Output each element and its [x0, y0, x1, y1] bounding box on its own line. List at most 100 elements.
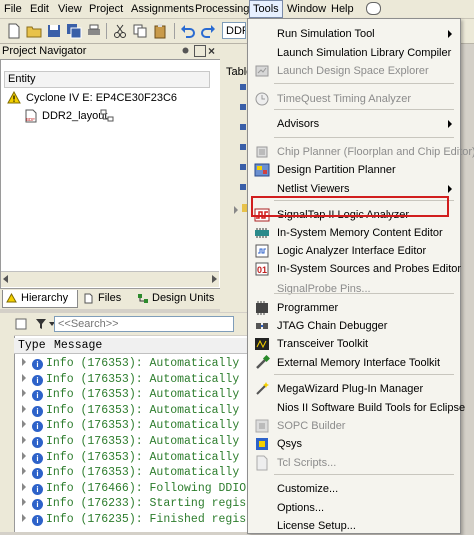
tab-design-units-label: Design Units — [152, 292, 215, 304]
menu-item-launch-design-space-explorer[interactable]: Launch Design Space Explorer — [248, 62, 460, 80]
message-row[interactable]: i Info (176353): Automatically — [22, 403, 239, 418]
menu-item-sopc-builder[interactable]: SOPC Builder — [248, 417, 460, 435]
navigator-horizontal-scrollbar[interactable] — [1, 271, 219, 287]
expand-arrow-icon[interactable] — [22, 420, 26, 429]
menu-tools[interactable]: Tools — [249, 0, 283, 18]
tab-hierarchy[interactable]: Hierarchy — [2, 290, 78, 308]
menu-file[interactable]: File — [4, 0, 22, 18]
menu-item-signalprobe-pins[interactable]: SignalProbe Pins... — [248, 280, 460, 298]
menu-item-in-system-memory-content-editor[interactable]: In-System Memory Content Editor — [248, 224, 460, 242]
device-dropdown[interactable]: DDR2 — [222, 22, 246, 39]
tab-files[interactable]: Files — [80, 290, 142, 307]
menu-item-label: Advisors — [277, 118, 320, 130]
menu-item-customize[interactable]: Customize... — [248, 480, 460, 498]
expand-arrow-icon[interactable] — [22, 498, 26, 507]
pin-icon[interactable] — [181, 46, 190, 55]
copy-icon[interactable] — [132, 23, 148, 39]
expand-arrow-icon[interactable] — [22, 514, 26, 522]
message-row[interactable]: i Info (176353): Automatically — [22, 372, 239, 387]
undo-icon[interactable] — [180, 23, 196, 39]
menu-item-jtag-chain-debugger[interactable]: JTAG Chain Debugger — [248, 317, 460, 335]
tcl-icon — [254, 455, 270, 471]
messages-toggle-icon[interactable] — [15, 318, 27, 330]
expand-arrow-icon[interactable] — [22, 451, 26, 460]
scroll-right-icon[interactable] — [212, 275, 217, 283]
save-icon[interactable] — [46, 23, 62, 39]
menu-window[interactable]: Window — [287, 0, 326, 18]
menu-edit[interactable]: Edit — [30, 0, 49, 18]
menu-item-megawizard-plug-in-manager[interactable]: MegaWizard Plug-In Manager — [248, 380, 460, 398]
emif-icon — [254, 354, 271, 371]
menu-item-launch-simulation-library-compiler[interactable]: Launch Simulation Library Compiler — [248, 44, 460, 62]
column-type[interactable]: Type — [18, 338, 46, 353]
menu-project[interactable]: Project — [89, 0, 123, 18]
svg-text:01: 01 — [257, 265, 267, 275]
menu-assignments[interactable]: Assignments — [131, 0, 194, 18]
float-window-icon[interactable] — [194, 45, 206, 57]
menu-item-programmer[interactable]: Programmer — [248, 299, 460, 317]
menu-item-qsys[interactable]: Qsys — [248, 435, 460, 453]
menu-item-label: Design Partition Planner — [277, 164, 396, 176]
message-search-input[interactable] — [54, 316, 234, 332]
redo-icon[interactable] — [200, 23, 216, 39]
message-row[interactable]: i Info (176353): Automatically — [22, 387, 239, 402]
open-folder-icon[interactable] — [26, 23, 42, 39]
expand-arrow-icon[interactable] — [22, 373, 26, 382]
filter-icon[interactable] — [35, 318, 47, 330]
message-row[interactable]: i Info (176233): Starting regis — [22, 496, 246, 511]
new-file-icon[interactable] — [6, 23, 22, 39]
expand-arrow-icon[interactable] — [22, 467, 26, 476]
partition-icon — [254, 162, 270, 178]
menu-item-label: JTAG Chain Debugger — [277, 320, 388, 332]
menu-item-timequest-timing-analyzer[interactable]: TimeQuest Timing Analyzer — [248, 90, 460, 108]
scroll-left-icon[interactable] — [3, 275, 8, 283]
message-row[interactable]: i Info (176353): Automatically — [22, 418, 239, 433]
menu-separator — [274, 374, 454, 375]
message-row[interactable]: i Info (176235): Finished regis — [22, 512, 246, 527]
menu-item-license-setup[interactable]: License Setup... — [248, 517, 460, 535]
message-row[interactable]: i Info (176353): Automatically — [22, 434, 239, 449]
message-row[interactable]: i Info (176353): Automatically — [22, 450, 239, 465]
menu-item-advisors[interactable]: Advisors — [248, 115, 460, 133]
entity-column-header[interactable]: Entity — [4, 71, 210, 88]
close-icon[interactable]: × — [208, 44, 215, 58]
paste-icon[interactable] — [152, 23, 168, 39]
save-all-icon[interactable] — [66, 23, 82, 39]
menu-help[interactable]: Help — [331, 0, 354, 18]
messages-side-toolbar: × — [0, 313, 14, 532]
column-message[interactable]: Message — [54, 338, 102, 353]
menu-item-design-partition-planner[interactable]: Design Partition Planner — [248, 161, 460, 179]
expand-arrow-icon[interactable] — [22, 404, 26, 413]
menu-item-transceiver-toolkit[interactable]: Transceiver Toolkit — [248, 335, 460, 353]
menu-item-in-system-sources-and-probes-editor[interactable]: 01 In-System Sources and Probes Editor — [248, 260, 462, 278]
report-item-icon — [240, 144, 246, 150]
dse-icon — [254, 63, 270, 79]
transceiver-icon — [254, 336, 270, 352]
message-row[interactable]: i Info (176353): Automatically — [22, 465, 239, 480]
menu-item-run-simulation-tool[interactable]: Run Simulation Tool — [248, 25, 460, 43]
help-balloon-icon[interactable] — [366, 2, 381, 15]
expand-arrow-icon[interactable] — [22, 482, 26, 491]
expand-arrow-icon[interactable] — [22, 389, 26, 398]
menu-view[interactable]: View — [58, 0, 82, 18]
menu-item-nios-ii-software-build-tools-for-eclipse[interactable]: Nios II Software Build Tools for Eclipse — [248, 399, 465, 417]
menu-item-logic-analyzer-interface-editor[interactable]: Logic Analyzer Interface Editor — [248, 242, 460, 260]
hierarchy-icon — [100, 109, 114, 122]
expand-arrow-icon[interactable] — [234, 206, 238, 214]
menu-item-tcl-scripts[interactable]: Tcl Scripts... — [248, 454, 460, 472]
cut-icon[interactable] — [112, 23, 128, 39]
menu-item-chip-planner-floorplan-and-chip-editor[interactable]: Chip Planner (Floorplan and Chip Editor) — [248, 143, 474, 161]
menu-separator — [274, 293, 454, 294]
message-row[interactable]: i Info (176353): Automatically — [22, 356, 239, 371]
menu-item-options[interactable]: Options... — [248, 499, 460, 517]
message-row[interactable]: i Info (176466): Following DDIO — [22, 481, 246, 496]
info-icon: i — [32, 499, 43, 511]
expand-arrow-icon[interactable] — [22, 436, 26, 444]
info-icon: i — [32, 359, 43, 370]
menu-processing[interactable]: Processing — [195, 0, 249, 18]
print-icon[interactable] — [86, 23, 102, 39]
menu-item-label: In-System Sources and Probes Editor — [277, 263, 462, 275]
expand-arrow-icon[interactable] — [22, 358, 26, 366]
message-text: Info (176353): Automatically — [46, 450, 240, 464]
menu-item-external-memory-interface-toolkit[interactable]: External Memory Interface Toolkit — [248, 354, 460, 372]
